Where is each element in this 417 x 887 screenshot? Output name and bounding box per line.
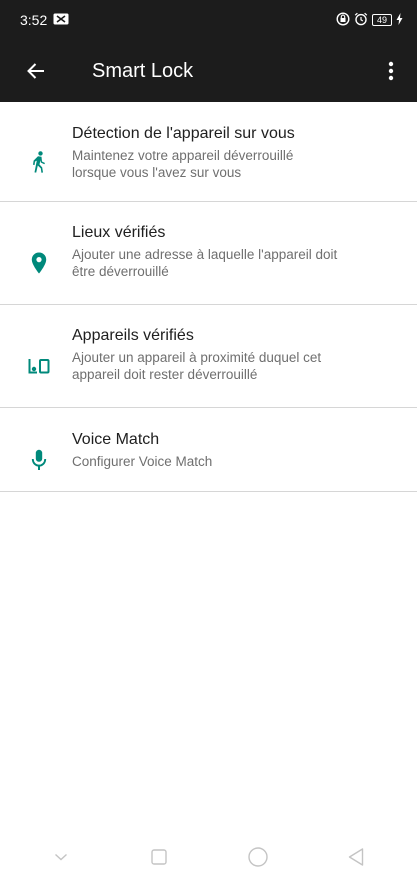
list-item-trusted-devices[interactable]: Appareils vérifiés Ajouter un appareil à…	[0, 305, 417, 408]
page-title: Smart Lock	[92, 59, 194, 82]
item-text: Voice Match Configurer Voice Match	[72, 429, 417, 491]
nav-home-button[interactable]	[238, 837, 278, 877]
item-subtitle-line: Ajouter un appareil à proximité duquel c…	[72, 350, 322, 365]
status-time: 3:52	[20, 12, 48, 28]
icon-container	[0, 222, 72, 304]
item-title: Lieux vérifiés	[72, 224, 166, 241]
app-bar: Smart Lock	[0, 40, 417, 102]
smart-lock-options-list: Détection de l'appareil sur vous Mainten…	[0, 102, 417, 492]
nav-recents-button[interactable]	[139, 837, 179, 877]
item-text: Appareils vérifiés Ajouter un appareil à…	[72, 325, 417, 407]
item-title: Détection de l'appareil sur vous	[72, 125, 295, 142]
walking-person-icon	[33, 151, 45, 173]
icon-container	[0, 429, 72, 491]
system-nav-bar	[0, 827, 417, 887]
battery-level: 49	[372, 14, 392, 26]
recents-square-icon	[151, 849, 168, 865]
more-vert-icon	[388, 61, 394, 81]
screen-rotation-lock-icon	[336, 11, 350, 29]
home-circle-icon	[247, 847, 268, 867]
item-subtitle-line: appareil doit rester déverrouillé	[72, 367, 258, 382]
item-subtitle-line: lorsque vous l'avez sur vous	[72, 165, 242, 180]
item-subtitle-line: Ajouter une adresse à laquelle l'apparei…	[72, 247, 338, 262]
smart-lock-screen: 3:52 49 Smart Lock Détection de l'appare…	[0, 0, 417, 887]
icon-container	[0, 325, 72, 407]
microphone-icon	[31, 449, 47, 470]
item-subtitle: Configurer Voice Match	[72, 453, 393, 470]
item-title: Appareils vérifiés	[72, 327, 194, 344]
item-subtitle: Ajouter une adresse à laquelle l'apparei…	[72, 246, 393, 280]
back-triangle-icon	[348, 848, 364, 866]
icon-container	[0, 123, 72, 201]
charging-bolt-icon	[396, 12, 403, 28]
location-pin-icon	[31, 252, 47, 274]
message-notification-icon	[53, 12, 69, 28]
nav-collapse-button[interactable]	[41, 837, 81, 877]
alarm-clock-icon	[354, 12, 368, 29]
status-left: 3:52	[20, 12, 69, 28]
back-button[interactable]	[0, 40, 72, 102]
list-item-trusted-places[interactable]: Lieux vérifiés Ajouter une adresse à laq…	[0, 202, 417, 305]
item-subtitle-line: Configurer Voice Match	[72, 454, 213, 469]
item-subtitle: Maintenez votre appareil déverrouillé lo…	[72, 147, 393, 181]
item-subtitle: Ajouter un appareil à proximité duquel c…	[72, 349, 393, 383]
item-subtitle-line: Maintenez votre appareil déverrouillé	[72, 148, 294, 163]
status-right: 49	[336, 11, 403, 29]
nav-back-button[interactable]	[336, 837, 376, 877]
list-item-voice-match[interactable]: Voice Match Configurer Voice Match	[0, 408, 417, 492]
item-title: Voice Match	[72, 431, 160, 448]
item-text: Lieux vérifiés Ajouter une adresse à laq…	[72, 222, 417, 304]
status-bar: 3:52 49	[0, 0, 417, 40]
devices-icon	[28, 359, 50, 374]
item-subtitle-line: être déverrouillé	[72, 264, 169, 279]
list-item-on-body-detection[interactable]: Détection de l'appareil sur vous Mainten…	[0, 102, 417, 202]
back-arrow-icon	[27, 63, 44, 79]
chevron-down-icon	[55, 853, 68, 861]
more-options-button[interactable]	[365, 40, 417, 102]
item-text: Détection de l'appareil sur vous Mainten…	[72, 123, 417, 201]
